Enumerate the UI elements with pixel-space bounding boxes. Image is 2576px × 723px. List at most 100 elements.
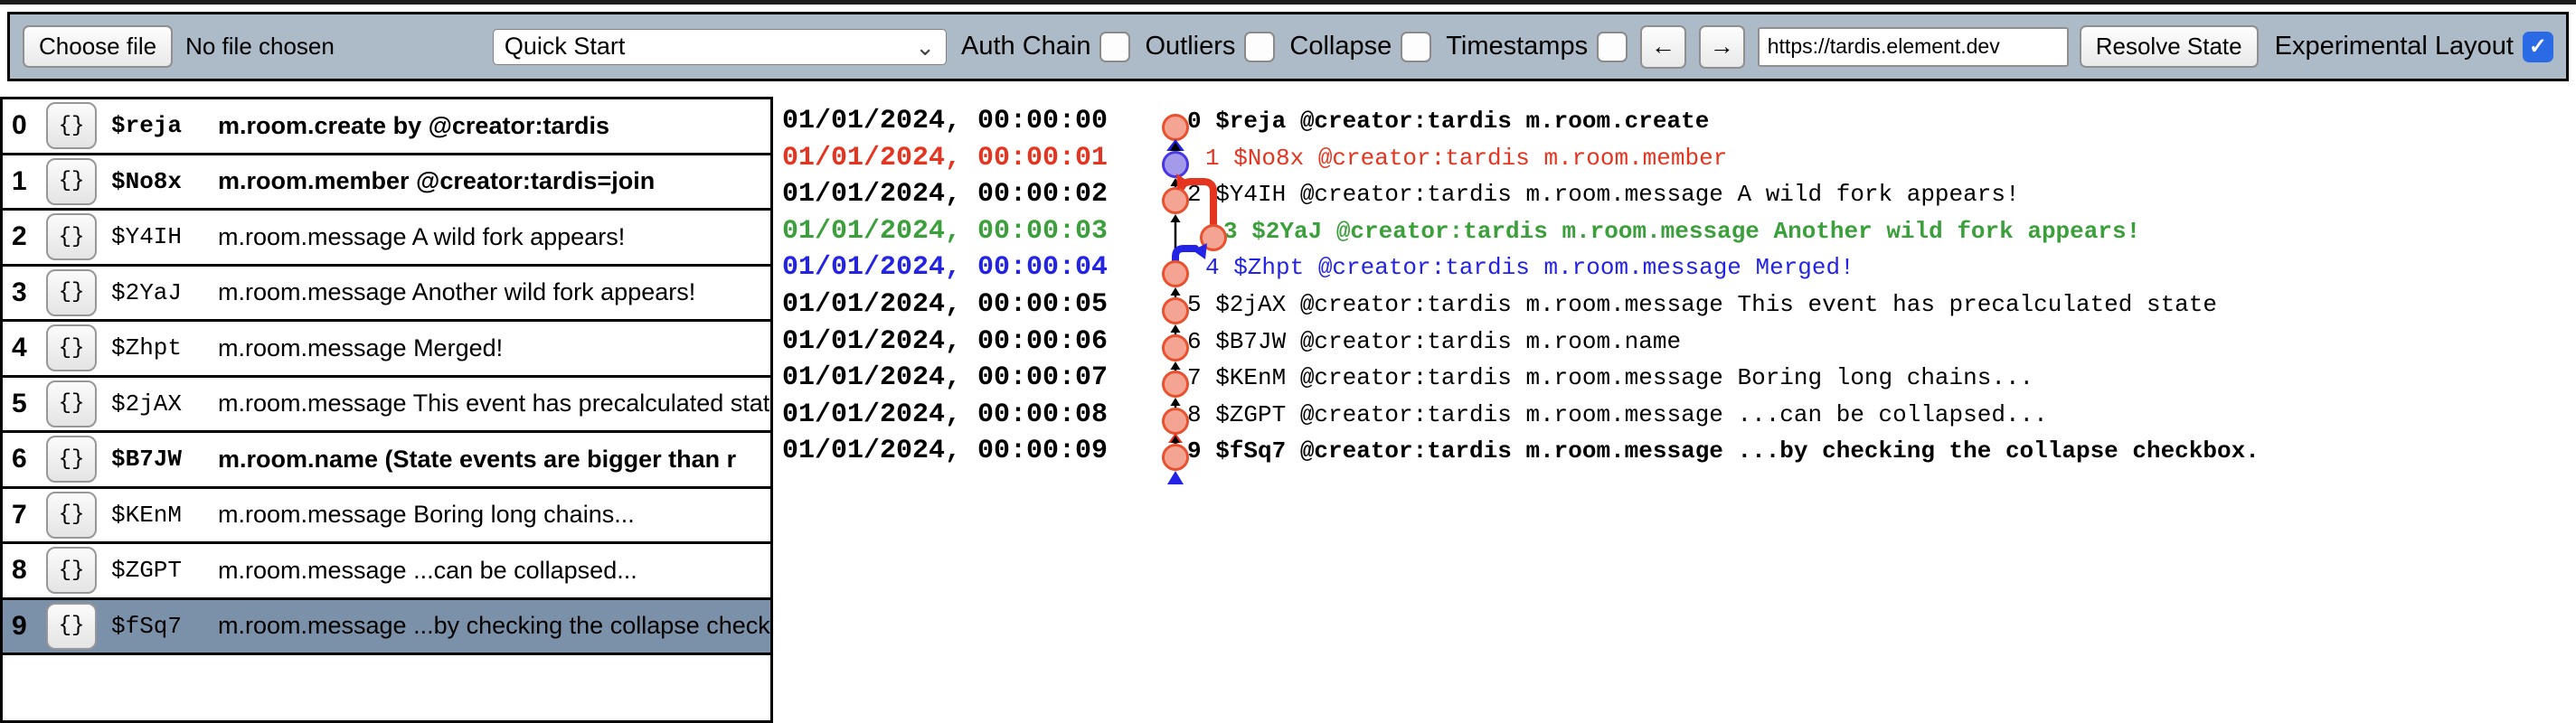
event-index: 8 xyxy=(3,555,46,586)
timestamps-checkbox[interactable] xyxy=(1597,32,1628,62)
dag-gutter xyxy=(1130,140,1187,177)
json-braces-icon[interactable]: {} xyxy=(46,547,97,594)
choose-file-button[interactable]: Choose file xyxy=(23,25,173,68)
timeline-panel: 01/01/2024, 00:00:00 0 $reja @creator:ta… xyxy=(782,103,2260,470)
checkbox-label: Auth Chain xyxy=(961,32,1091,61)
checkbox-group: Auth ChainOutliersCollapseTimestamps xyxy=(947,32,1628,62)
event-index: 6 xyxy=(3,444,46,474)
chevron-down-icon: ⌄ xyxy=(915,42,935,52)
back-button[interactable]: ← xyxy=(1640,25,1686,69)
timeline-row[interactable]: 01/01/2024, 00:00:00 0 $reja @creator:ta… xyxy=(782,103,2260,140)
timeline-timestamp: 01/01/2024, 00:00:09 xyxy=(782,433,1130,470)
timeline-row[interactable]: 01/01/2024, 00:00:01 1 $No8x @creator:ta… xyxy=(782,140,2260,177)
preset-selected-value: Quick Start xyxy=(505,33,626,61)
dag-gutter xyxy=(1130,249,1187,286)
timeline-event-text: 7 $KEnM @creator:tardis m.room.message B… xyxy=(1187,360,2033,397)
json-braces-icon[interactable]: {} xyxy=(46,603,97,650)
timeline-row[interactable]: 01/01/2024, 00:00:06 6 $B7JW @creator:ta… xyxy=(782,324,2260,361)
event-summary: m.room.message Merged! xyxy=(218,334,770,362)
timeline-timestamp: 01/01/2024, 00:00:02 xyxy=(782,176,1130,213)
event-index: 2 xyxy=(3,221,46,252)
dag-gutter xyxy=(1130,213,1187,250)
json-braces-icon[interactable]: {} xyxy=(46,380,97,427)
timeline-event-text: 1 $No8x @creator:tardis m.room.member xyxy=(1187,140,1727,177)
event-summary: m.room.message This event has precalcula… xyxy=(218,390,770,418)
timeline-event-text: 8 $ZGPT @creator:tardis m.room.message .… xyxy=(1187,397,2048,434)
forward-button[interactable]: → xyxy=(1699,25,1745,69)
event-id: $No8x xyxy=(111,168,218,195)
timeline-timestamp: 01/01/2024, 00:00:00 xyxy=(782,103,1130,140)
event-list-item[interactable]: 6 {} $B7JW m.room.name (State events are… xyxy=(3,433,770,489)
dag-gutter xyxy=(1130,324,1187,361)
timeline-timestamp: 01/01/2024, 00:00:04 xyxy=(782,249,1130,286)
left-arrow-icon: ← xyxy=(1651,33,1675,61)
right-arrow-icon: → xyxy=(1710,33,1734,61)
outliers-checkbox[interactable] xyxy=(1244,32,1275,62)
timeline-event-text: 6 $B7JW @creator:tardis m.room.name xyxy=(1187,324,1681,361)
timeline-row[interactable]: 01/01/2024, 00:00:04 4 $Zhpt @creator:ta… xyxy=(782,249,2260,286)
timeline-timestamp: 01/01/2024, 00:00:07 xyxy=(782,360,1130,397)
event-summary: m.room.message ...can be collapsed... xyxy=(218,557,770,585)
timeline-timestamp: 01/01/2024, 00:00:01 xyxy=(782,140,1130,177)
event-id: $2jAX xyxy=(111,390,218,418)
experimental-layout-checkbox[interactable]: ✓ xyxy=(2523,32,2553,62)
event-summary: m.room.message ...by checking the collap… xyxy=(218,612,770,640)
timeline-row[interactable]: 01/01/2024, 00:00:05 5 $2jAX @creator:ta… xyxy=(782,286,2260,324)
checkbox-label: Timestamps xyxy=(1446,32,1588,61)
event-index: 5 xyxy=(3,389,46,419)
event-list-panel: 0 {} $reja m.room.create by @creator:tar… xyxy=(0,97,773,723)
timeline-row[interactable]: 01/01/2024, 00:00:02 2 $Y4IH @creator:ta… xyxy=(782,176,2260,213)
event-index: 3 xyxy=(3,277,46,308)
event-summary: m.room.message Boring long chains... xyxy=(218,501,770,529)
event-list-item[interactable]: 2 {} $Y4IH m.room.message A wild fork ap… xyxy=(3,211,770,267)
event-list-item[interactable]: 3 {} $2YaJ m.room.message Another wild f… xyxy=(3,267,770,323)
timeline-event-text: 4 $Zhpt @creator:tardis m.room.message M… xyxy=(1187,249,1854,286)
dag-gutter xyxy=(1130,103,1187,140)
event-list-item[interactable]: 9 {} $fSq7 m.room.message ...by checking… xyxy=(3,600,770,656)
timeline-timestamp: 01/01/2024, 00:00:08 xyxy=(782,397,1130,434)
event-index: 4 xyxy=(3,333,46,363)
event-list-item[interactable]: 4 {} $Zhpt m.room.message Merged! xyxy=(3,322,770,378)
experimental-layout-label: Experimental Layout xyxy=(2275,32,2514,61)
json-braces-icon[interactable]: {} xyxy=(46,492,97,539)
collapse-checkbox[interactable] xyxy=(1401,32,1431,62)
timeline-event-text: 9 $fSq7 @creator:tardis m.room.message .… xyxy=(1187,433,2260,470)
timeline-row[interactable]: 01/01/2024, 00:00:08 8 $ZGPT @creator:ta… xyxy=(782,397,2260,434)
timeline-event-text: 5 $2jAX @creator:tardis m.room.message T… xyxy=(1187,286,2217,324)
json-braces-icon[interactable]: {} xyxy=(46,158,97,205)
event-id: $reja xyxy=(111,112,218,139)
event-list-item[interactable]: 0 {} $reja m.room.create by @creator:tar… xyxy=(3,99,770,155)
preset-select[interactable]: Quick Start ⌄ xyxy=(493,29,947,65)
event-summary: m.room.message Another wild fork appears… xyxy=(218,278,770,306)
toolbar: Choose file No file chosen Quick Start ⌄… xyxy=(7,12,2569,81)
timeline-event-text: 0 $reja @creator:tardis m.room.create xyxy=(1187,103,1709,140)
checkbox-label: Outliers xyxy=(1145,32,1235,61)
timeline-row[interactable]: 01/01/2024, 00:00:09 9 $fSq7 @creator:ta… xyxy=(782,433,2260,470)
dag-gutter xyxy=(1130,286,1187,324)
event-list-item[interactable]: 7 {} $KEnM m.room.message Boring long ch… xyxy=(3,489,770,545)
json-braces-icon[interactable]: {} xyxy=(46,269,97,316)
event-id: $Y4IH xyxy=(111,223,218,250)
timeline-event-text: 2 $Y4IH @creator:tardis m.room.message A… xyxy=(1187,176,2020,213)
event-list-item[interactable]: 5 {} $2jAX m.room.message This event has… xyxy=(3,378,770,434)
resolve-state-button[interactable]: Resolve State xyxy=(2080,25,2259,68)
timeline-row[interactable]: 01/01/2024, 00:00:07 7 $KEnM @creator:ta… xyxy=(782,360,2260,397)
event-id: $ZGPT xyxy=(111,557,218,584)
event-index: 9 xyxy=(3,611,46,642)
timeline-timestamp: 01/01/2024, 00:00:06 xyxy=(782,324,1130,361)
dag-gutter xyxy=(1130,360,1187,397)
timeline-event-text: 3 $2YaJ @creator:tardis m.room.message A… xyxy=(1187,213,2140,250)
json-braces-icon[interactable]: {} xyxy=(46,324,97,371)
timeline-row[interactable]: 01/01/2024, 00:00:03 3 $2YaJ @creator:ta… xyxy=(782,213,2260,250)
json-braces-icon[interactable]: {} xyxy=(46,102,97,149)
event-id: $KEnM xyxy=(111,502,218,529)
json-braces-icon[interactable]: {} xyxy=(46,436,97,483)
event-id: $B7JW xyxy=(111,446,218,473)
auth-chain-checkbox[interactable] xyxy=(1099,32,1130,62)
event-list-item[interactable]: 1 {} $No8x m.room.member @creator:tardis… xyxy=(3,155,770,211)
timeline-timestamp: 01/01/2024, 00:00:05 xyxy=(782,286,1130,324)
json-braces-icon[interactable]: {} xyxy=(46,213,97,260)
event-index: 7 xyxy=(3,500,46,531)
event-list-item[interactable]: 8 {} $ZGPT m.room.message ...can be coll… xyxy=(3,544,770,600)
server-url-input[interactable] xyxy=(1758,27,2069,67)
